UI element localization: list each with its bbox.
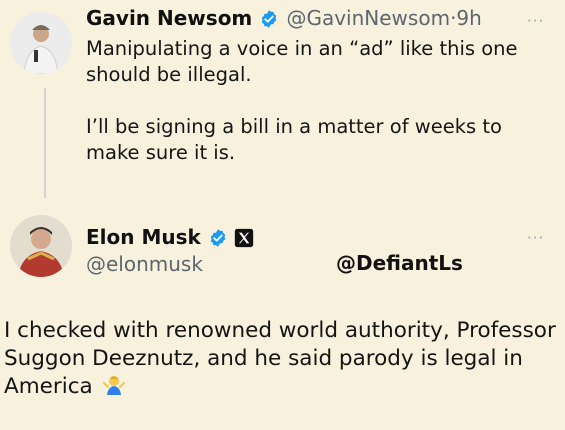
newsom-header: Gavin Newsom @GavinNewsom·9h <box>86 6 482 32</box>
newsom-paragraph-1: Manipulating a voice in an “ad” like thi… <box>86 37 518 86</box>
musk-tweet-body: I checked with renowned world authority,… <box>4 318 556 399</box>
musk-avatar[interactable] <box>10 215 72 277</box>
x-logo-icon[interactable] <box>234 228 254 248</box>
tweet-time[interactable]: 9h <box>456 6 481 30</box>
newsom-avatar[interactable] <box>10 12 72 74</box>
person-shrugging-emoji <box>102 376 125 395</box>
musk-name[interactable]: Elon Musk <box>86 225 201 249</box>
musk-more-options-icon[interactable]: ··· <box>527 229 544 247</box>
newsom-more-options-icon[interactable]: ··· <box>527 12 544 30</box>
musk-handle[interactable]: @elonmusk <box>86 252 203 276</box>
verified-badge-icon <box>210 229 226 247</box>
thread-connector-line <box>44 88 46 198</box>
musk-header: Elon Musk <box>86 225 254 251</box>
newsom-handle[interactable]: @GavinNewsom <box>286 6 450 30</box>
verified-badge-icon <box>262 10 277 28</box>
musk-tweet-text: I checked with renowned world authority,… <box>4 317 559 401</box>
newsom-name[interactable]: Gavin Newsom <box>86 6 252 30</box>
watermark-handle: @DefiantLs <box>336 251 463 275</box>
newsom-tweet-text: Manipulating a voice in an “ad” like thi… <box>86 36 536 166</box>
newsom-paragraph-2: I’ll be signing a bill in a matter of we… <box>86 115 502 164</box>
